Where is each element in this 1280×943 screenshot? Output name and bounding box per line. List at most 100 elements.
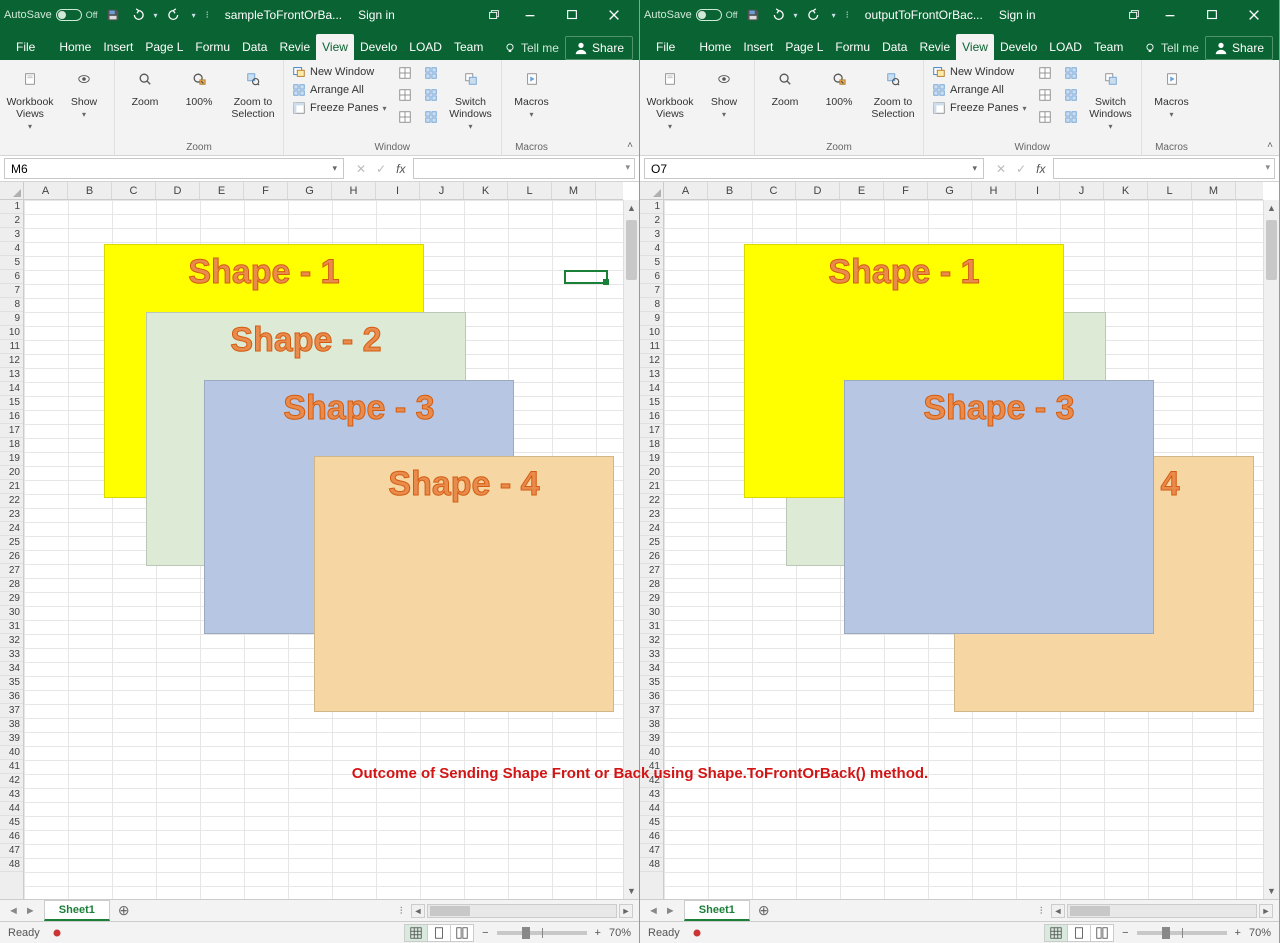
hscroll-left[interactable]: ◄ <box>411 904 425 918</box>
row-head[interactable]: 47 <box>0 844 23 858</box>
save-icon[interactable] <box>106 8 120 22</box>
row-head[interactable]: 40 <box>640 746 663 760</box>
col-head[interactable]: F <box>244 182 288 199</box>
select-all-corner[interactable] <box>640 182 664 200</box>
split-icon[interactable] <box>395 64 415 82</box>
tab-load[interactable]: LOAD <box>403 34 448 60</box>
row-head[interactable]: 21 <box>0 480 23 494</box>
row-head[interactable]: 34 <box>640 662 663 676</box>
side-by-side-icon[interactable] <box>1061 64 1081 82</box>
row-head[interactable]: 15 <box>640 396 663 410</box>
col-head[interactable]: L <box>1148 182 1192 199</box>
row-head[interactable]: 8 <box>0 298 23 312</box>
row-head[interactable]: 34 <box>0 662 23 676</box>
share-button[interactable]: Share <box>1205 36 1273 60</box>
undo-icon[interactable] <box>130 8 144 22</box>
zoom-100-button[interactable]: 100% <box>815 64 863 108</box>
row-head[interactable]: 37 <box>640 704 663 718</box>
signin-link[interactable]: Sign in <box>358 8 395 22</box>
col-head[interactable]: M <box>1192 182 1236 199</box>
col-head[interactable]: C <box>112 182 156 199</box>
shape-3[interactable]: Shape - 3 <box>844 380 1154 634</box>
col-head[interactable]: A <box>24 182 68 199</box>
hide-icon[interactable] <box>395 86 415 104</box>
tab-team[interactable]: Team <box>448 34 489 60</box>
row-head[interactable]: 15 <box>0 396 23 410</box>
row-head[interactable]: 4 <box>0 242 23 256</box>
tab-revie[interactable]: Revie <box>273 34 316 60</box>
row-head[interactable]: 27 <box>640 564 663 578</box>
col-head[interactable]: H <box>332 182 376 199</box>
zoom-in-button[interactable]: + <box>1235 927 1241 939</box>
row-head[interactable]: 46 <box>0 830 23 844</box>
tab-nav-prev-icon[interactable]: ◄ <box>648 905 659 917</box>
row-head[interactable]: 29 <box>0 592 23 606</box>
page-break-view-button[interactable] <box>1090 924 1114 942</box>
row-head[interactable]: 45 <box>0 816 23 830</box>
row-head[interactable]: 36 <box>0 690 23 704</box>
row-head[interactable]: 26 <box>640 550 663 564</box>
collapse-ribbon-icon[interactable]: ˄ <box>1267 140 1273 151</box>
arrange-all-button[interactable]: Arrange All <box>930 82 1029 98</box>
reset-pos-icon[interactable] <box>1061 108 1081 126</box>
row-head[interactable]: 42 <box>0 774 23 788</box>
row-head[interactable]: 30 <box>640 606 663 620</box>
row-head[interactable]: 43 <box>640 788 663 802</box>
tab-page l[interactable]: Page L <box>779 34 829 60</box>
col-head[interactable]: K <box>464 182 508 199</box>
zoom-selection-button[interactable]: Zoom to Selection <box>869 64 917 120</box>
tab-nav-next-icon[interactable]: ► <box>25 905 36 917</box>
tab-insert[interactable]: Insert <box>97 34 139 60</box>
tab-insert[interactable]: Insert <box>737 34 779 60</box>
row-head[interactable]: 6 <box>640 270 663 284</box>
redo-icon[interactable] <box>808 8 822 22</box>
autosave-toggle[interactable]: AutoSave Off <box>644 9 738 21</box>
close-button[interactable] <box>1233 0 1275 30</box>
zoom-button[interactable]: Zoom <box>761 64 809 108</box>
row-head[interactable]: 41 <box>640 760 663 774</box>
col-head[interactable]: I <box>1016 182 1060 199</box>
col-head[interactable]: J <box>420 182 464 199</box>
name-box[interactable]: M6▾ <box>4 158 344 179</box>
vertical-scrollbar[interactable]: ▲▼ <box>1263 200 1279 899</box>
tab-file[interactable]: File <box>6 34 45 60</box>
switch-windows-button[interactable]: Switch Windows▾ <box>447 64 495 131</box>
fx-icon[interactable]: fx <box>396 162 405 176</box>
cancel-icon[interactable]: ✕ <box>996 162 1006 176</box>
page-break-view-button[interactable] <box>450 924 474 942</box>
row-head[interactable]: 22 <box>640 494 663 508</box>
undo-icon[interactable] <box>770 8 784 22</box>
collapse-ribbon-icon[interactable]: ˄ <box>627 140 633 151</box>
unhide-icon[interactable] <box>1035 108 1055 126</box>
selected-cell[interactable] <box>564 270 608 284</box>
formula-input[interactable] <box>1053 158 1275 179</box>
row-head[interactable]: 37 <box>0 704 23 718</box>
row-head[interactable]: 19 <box>0 452 23 466</box>
tab-formu[interactable]: Formu <box>189 34 236 60</box>
save-icon[interactable] <box>746 8 760 22</box>
row-head[interactable]: 31 <box>640 620 663 634</box>
macros-button[interactable]: Macros▾ <box>508 64 556 119</box>
add-sheet-button[interactable]: ⊕ <box>110 902 138 919</box>
row-head[interactable]: 35 <box>640 676 663 690</box>
minimize-button[interactable] <box>509 0 551 30</box>
tab-formu[interactable]: Formu <box>829 34 876 60</box>
row-head[interactable]: 7 <box>640 284 663 298</box>
row-head[interactable]: 24 <box>0 522 23 536</box>
row-head[interactable]: 38 <box>640 718 663 732</box>
add-sheet-button[interactable]: ⊕ <box>750 902 778 919</box>
hscroll-right[interactable]: ► <box>619 904 633 918</box>
row-head[interactable]: 11 <box>640 340 663 354</box>
tab-nav-prev-icon[interactable]: ◄ <box>8 905 19 917</box>
arrange-all-button[interactable]: Arrange All <box>290 82 389 98</box>
row-head[interactable]: 16 <box>640 410 663 424</box>
maximize-button[interactable] <box>551 0 593 30</box>
horizontal-scrollbar[interactable] <box>1067 904 1257 918</box>
row-head[interactable]: 36 <box>640 690 663 704</box>
col-head[interactable]: L <box>508 182 552 199</box>
tab-develo[interactable]: Develo <box>994 34 1043 60</box>
row-head[interactable]: 5 <box>0 256 23 270</box>
row-head[interactable]: 48 <box>640 858 663 872</box>
row-head[interactable]: 4 <box>640 242 663 256</box>
split-icon[interactable] <box>1035 64 1055 82</box>
